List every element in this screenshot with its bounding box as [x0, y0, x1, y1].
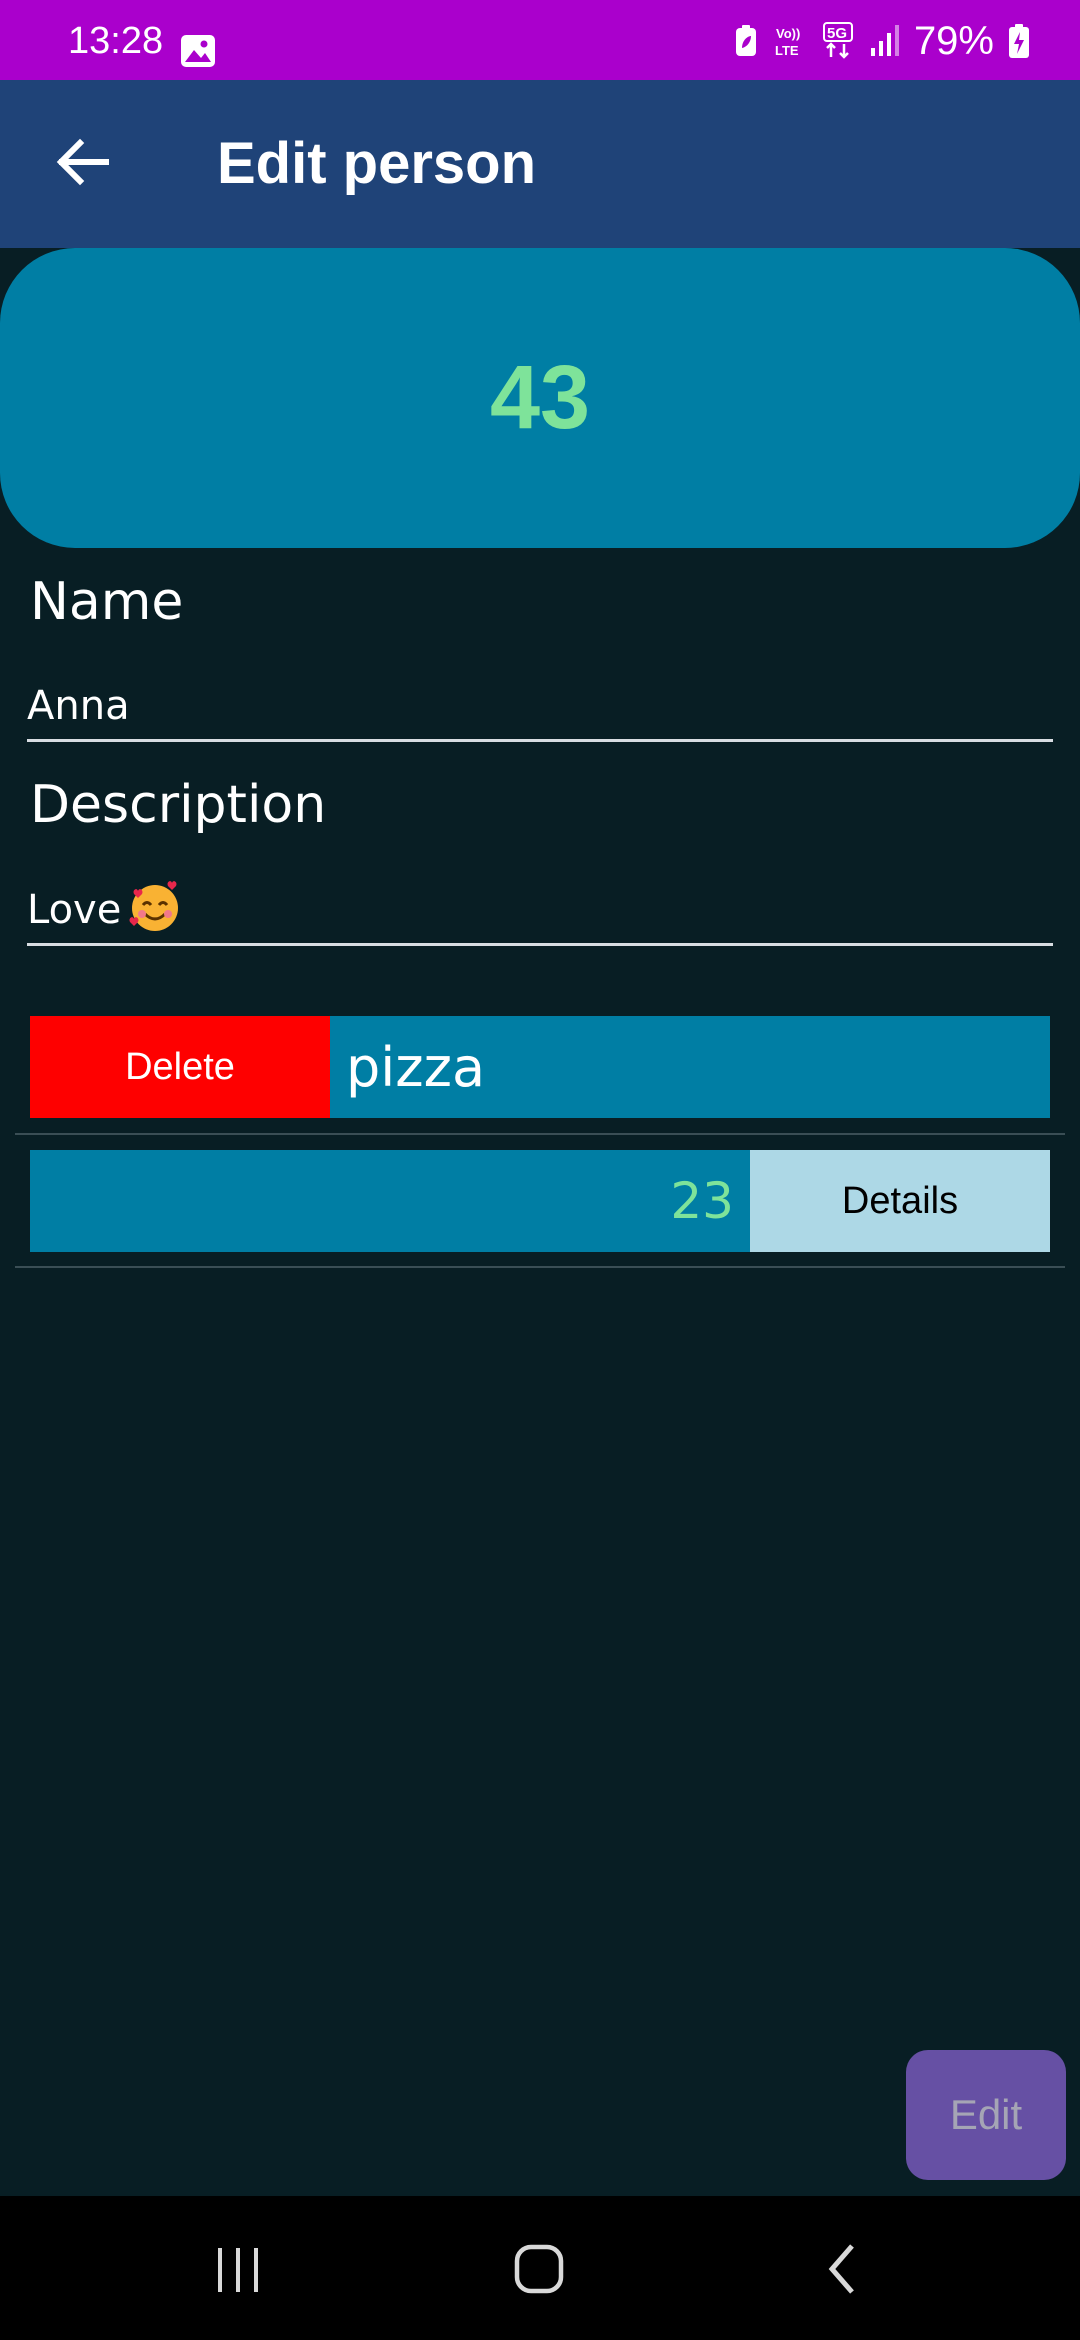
smiling-face-with-hearts-emoji: [129, 881, 178, 931]
score-card: 43: [0, 248, 1080, 548]
signal-icon: [870, 25, 899, 56]
status-bar: 13:28 Vo)) LTE 5G 79%: [0, 0, 1080, 80]
name-label: Name: [30, 572, 184, 632]
back-button[interactable]: [42, 122, 122, 202]
battery-percent: 79%: [913, 19, 994, 63]
gallery-icon: [181, 35, 215, 67]
status-icons: Vo)) LTE 5G 79%: [734, 20, 1030, 62]
5g-icon: 5G: [822, 22, 853, 59]
svg-text:LTE: LTE: [775, 43, 799, 58]
description-label: Description: [30, 775, 327, 835]
list-item: Delete pizza: [30, 1016, 1050, 1118]
details-button[interactable]: Details: [750, 1150, 1050, 1252]
divider: [15, 1266, 1065, 1268]
app-bar: Edit person: [0, 80, 1080, 248]
svg-text:5G: 5G: [827, 25, 847, 42]
list-item: 23 Details: [30, 1150, 1050, 1252]
status-time: 13:28: [68, 20, 164, 62]
score-value: 43: [489, 348, 591, 448]
edit-button[interactable]: Edit: [906, 2050, 1066, 2180]
item-name[interactable]: pizza: [330, 1016, 1050, 1118]
home-icon[interactable]: [510, 2240, 570, 2296]
divider: [15, 1133, 1065, 1135]
battery-saver-icon: [735, 25, 756, 56]
item-value[interactable]: 23: [30, 1150, 750, 1252]
back-icon[interactable]: [820, 2240, 868, 2296]
svg-text:Vo)): Vo)): [776, 26, 800, 41]
arrow-back-icon: [56, 138, 109, 186]
navigation-bar: [0, 2196, 1080, 2340]
page-title: Edit person: [217, 131, 537, 196]
volte-icon: Vo)) LTE: [775, 26, 800, 58]
name-field[interactable]: [27, 672, 1053, 742]
battery-charging-icon: [1009, 24, 1029, 58]
delete-button[interactable]: Delete: [30, 1016, 330, 1118]
recents-icon[interactable]: [210, 2240, 266, 2296]
